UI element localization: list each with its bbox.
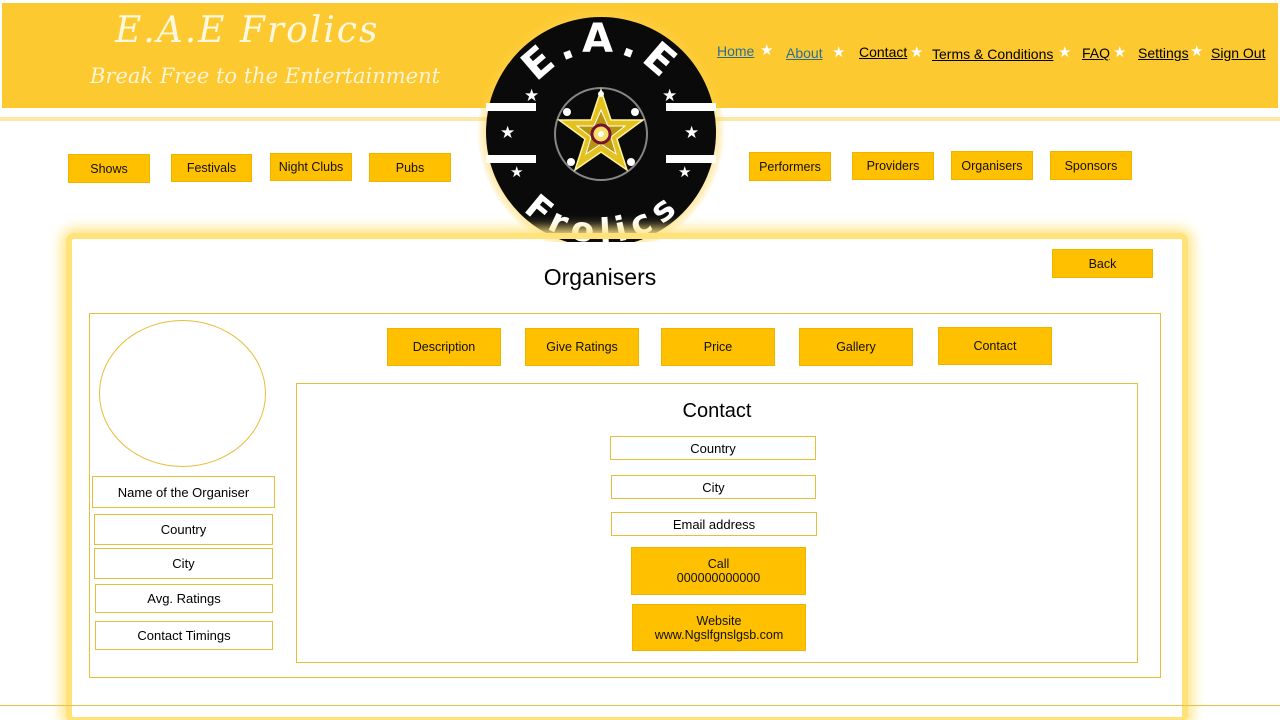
tab-give-ratings[interactable]: Give Ratings	[525, 328, 639, 366]
contact-email-field: Email address	[611, 512, 817, 536]
back-button[interactable]: Back	[1052, 249, 1153, 278]
contact-country-field: Country	[610, 436, 816, 460]
category-performers-button[interactable]: Performers	[749, 152, 831, 181]
category-providers-button[interactable]: Providers	[852, 152, 934, 180]
tab-contact[interactable]: Contact	[938, 327, 1052, 365]
category-festivals-button[interactable]: Festivals	[171, 154, 252, 182]
star-icon: ★	[678, 163, 691, 181]
contact-city-field: City	[611, 475, 816, 499]
star-icon: ★	[524, 86, 539, 106]
star-icon: ★	[832, 43, 846, 61]
tab-gallery[interactable]: Gallery	[799, 328, 913, 366]
star-icon: ★	[1113, 43, 1127, 61]
organiser-name-field: Name of the Organiser	[92, 476, 275, 508]
footer-divider	[0, 705, 1280, 706]
nav-settings-link[interactable]: Settings	[1138, 45, 1189, 61]
star-icon: ★	[500, 123, 515, 143]
nav-terms-link[interactable]: Terms & Conditions	[932, 46, 1053, 62]
call-button[interactable]: Call 000000000000	[631, 547, 806, 595]
avatar	[99, 320, 266, 467]
star-icon: ★	[760, 41, 774, 59]
page-title: Organisers	[543, 264, 657, 290]
website-button[interactable]: Website www.Ngslfgnslgsb.com	[632, 604, 806, 651]
nav-signout-link[interactable]: Sign Out	[1211, 45, 1265, 61]
category-pubs-button[interactable]: Pubs	[369, 153, 451, 182]
call-button-number: 000000000000	[676, 571, 761, 585]
tab-price[interactable]: Price	[661, 328, 775, 366]
call-button-label: Call	[707, 557, 730, 571]
star-icon: ★	[1190, 42, 1204, 60]
organiser-city-field: City	[94, 548, 273, 579]
star-icon: ★	[510, 163, 523, 181]
category-sponsors-button[interactable]: Sponsors	[1050, 151, 1132, 180]
website-button-url: www.Ngslfgnslgsb.com	[654, 627, 784, 642]
nav-faq-link[interactable]: FAQ	[1082, 45, 1110, 61]
contact-section-title: Contact	[682, 400, 752, 422]
star-icon: ★	[662, 86, 677, 106]
star-icon: ★	[910, 43, 924, 61]
organiser-country-field: Country	[94, 514, 273, 545]
organiser-timings-field: Contact Timings	[95, 621, 273, 650]
category-nightclubs-button[interactable]: Night Clubs	[270, 153, 352, 181]
nav-about-link[interactable]: About	[786, 45, 823, 61]
organiser-ratings-field: Avg. Ratings	[95, 584, 273, 613]
nav-contact-link[interactable]: Contact	[859, 44, 907, 60]
star-icon: ★	[684, 123, 699, 143]
category-organisers-button[interactable]: Organisers	[951, 151, 1033, 180]
category-shows-button[interactable]: Shows	[68, 154, 150, 183]
website-button-label: Website	[696, 613, 742, 628]
brand-title: E.A.E Frolics	[115, 10, 380, 51]
nav-home-link[interactable]: Home	[717, 43, 754, 59]
brand-subtitle: Break Free to the Entertainment	[90, 64, 441, 88]
star-icon: ★	[1058, 43, 1072, 61]
tab-description[interactable]: Description	[387, 328, 501, 366]
eae-frolics-logo[interactable]: E.A.E Frolics ★ ★ ★ ★ ★ ★	[486, 17, 716, 247]
